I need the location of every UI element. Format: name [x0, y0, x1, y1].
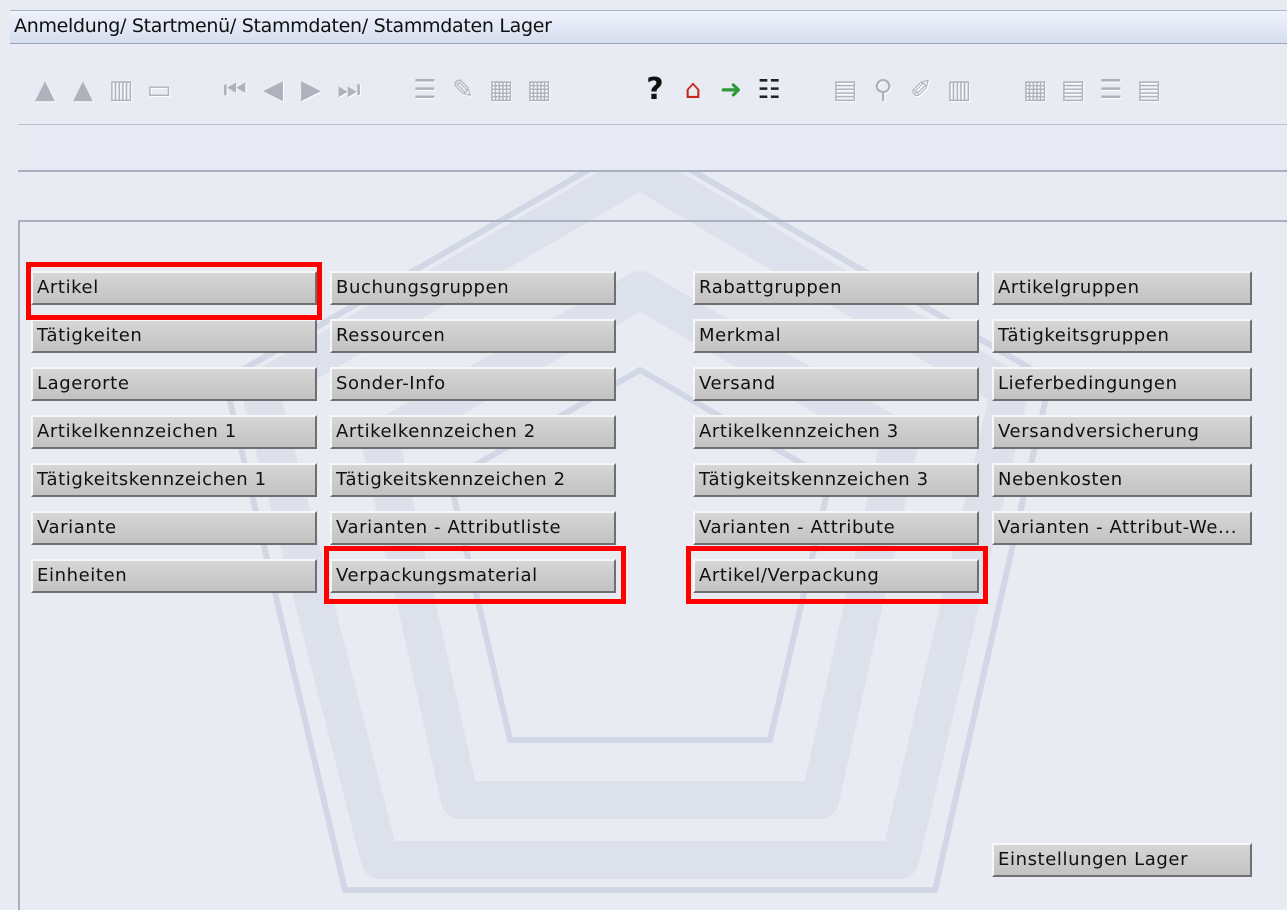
- varianten-attribut-werte-button[interactable]: Varianten - Attribut-We...: [992, 511, 1252, 545]
- app-window: Anmeldung/ Startmenü/ Stammdaten/ Stammd…: [0, 0, 1287, 910]
- artikelgruppen-button[interactable]: Artikelgruppen: [992, 271, 1252, 305]
- taetigkeitskennzeichen-1-button[interactable]: Tätigkeitskennzeichen 1: [31, 463, 317, 497]
- taetigkeitsgruppen-button[interactable]: Tätigkeitsgruppen: [992, 319, 1252, 353]
- taetigkeiten-button[interactable]: Tätigkeiten: [31, 319, 317, 353]
- varianten-attribute-button[interactable]: Varianten - Attribute: [693, 511, 979, 545]
- edit-pencil-icon: ✐: [910, 75, 932, 105]
- document-icon: ▤: [832, 75, 858, 105]
- search-icon: ⚲: [873, 75, 893, 105]
- lagerorte-button[interactable]: Lagerorte: [31, 367, 317, 401]
- last-record-icon: ⏭: [337, 75, 361, 105]
- table-edit-icon: ▤: [1060, 75, 1086, 105]
- taetigkeitskennzeichen-2-button[interactable]: Tätigkeitskennzeichen 2: [330, 463, 616, 497]
- settings-list-icon[interactable]: ☷: [750, 70, 788, 110]
- home-icon[interactable]: ⌂: [674, 70, 712, 110]
- next-record-icon: ▶: [301, 75, 321, 105]
- content-panel: Artikel Buchungsgruppen Rabattgruppen Ar…: [18, 220, 1287, 910]
- delete-record-icon: ▥: [108, 75, 134, 105]
- verpackungsmaterial-button[interactable]: Verpackungsmaterial: [330, 559, 616, 593]
- list-view-icon: ☰: [1099, 75, 1123, 105]
- variante-button[interactable]: Variante: [31, 511, 317, 545]
- rabattgruppen-button[interactable]: Rabattgruppen: [693, 271, 979, 305]
- artikel-button[interactable]: Artikel: [31, 271, 317, 305]
- message-bar: [18, 124, 1287, 172]
- help-icon[interactable]: ?: [636, 70, 674, 110]
- sonder-info-button[interactable]: Sonder-Info: [330, 367, 616, 401]
- first-record-icon: ⏮: [223, 75, 247, 105]
- query-enter-icon: ▦: [526, 75, 552, 105]
- einstellungen-lager-button[interactable]: Einstellungen Lager: [992, 843, 1252, 877]
- buchungsgruppen-button[interactable]: Buchungsgruppen: [330, 271, 616, 305]
- lieferbedingungen-button[interactable]: Lieferbedingungen: [992, 367, 1252, 401]
- breadcrumb: Anmeldung/ Startmenü/ Stammdaten/ Stammd…: [14, 15, 552, 37]
- ressourcen-button[interactable]: Ressourcen: [330, 319, 616, 353]
- toolbar: ▲ ▲ ▥ ▭ ⏮ ◀ ▶ ⏭ ☰ ✎ ▦ ▦? ⌂ ➜ ☷ ▤ ⚲ ✐ ▥ ▦ ▤ ☰ ▤: [26, 70, 1287, 114]
- form-view-icon: ▤: [1136, 75, 1162, 105]
- artikelkennzeichen-3-button[interactable]: Artikelkennzeichen 3: [693, 415, 979, 449]
- versand-button[interactable]: Versand: [693, 367, 979, 401]
- artikelkennzeichen-2-button[interactable]: Artikelkennzeichen 2: [330, 415, 616, 449]
- nebenkosten-button[interactable]: Nebenkosten: [992, 463, 1252, 497]
- notes-icon: ▥: [946, 75, 972, 105]
- varianten-attributliste-button[interactable]: Varianten - Attributliste: [330, 511, 616, 545]
- previous-record-icon: ◀: [263, 75, 283, 105]
- edit-list-icon: ☰: [413, 75, 437, 105]
- query-execute-icon: ▦: [488, 75, 514, 105]
- artikelkennzeichen-1-button[interactable]: Artikelkennzeichen 1: [31, 415, 317, 449]
- versandversicherung-button[interactable]: Versandversicherung: [992, 415, 1252, 449]
- artikel-verpackung-button[interactable]: Artikel/Verpackung: [693, 559, 979, 593]
- grid-icon: ▦: [1022, 75, 1048, 105]
- new-record-icon: ▲: [35, 75, 55, 105]
- taetigkeitskennzeichen-3-button[interactable]: Tätigkeitskennzeichen 3: [693, 463, 979, 497]
- clear-form-icon: ▭: [146, 75, 172, 105]
- copy-record-icon: ▲: [73, 75, 93, 105]
- breadcrumb-bar: Anmeldung/ Startmenü/ Stammdaten/ Stammd…: [10, 10, 1287, 44]
- edit-note-icon: ✎: [452, 75, 474, 105]
- exit-icon[interactable]: ➜: [712, 70, 750, 110]
- merkmal-button[interactable]: Merkmal: [693, 319, 979, 353]
- einheiten-button[interactable]: Einheiten: [31, 559, 317, 593]
